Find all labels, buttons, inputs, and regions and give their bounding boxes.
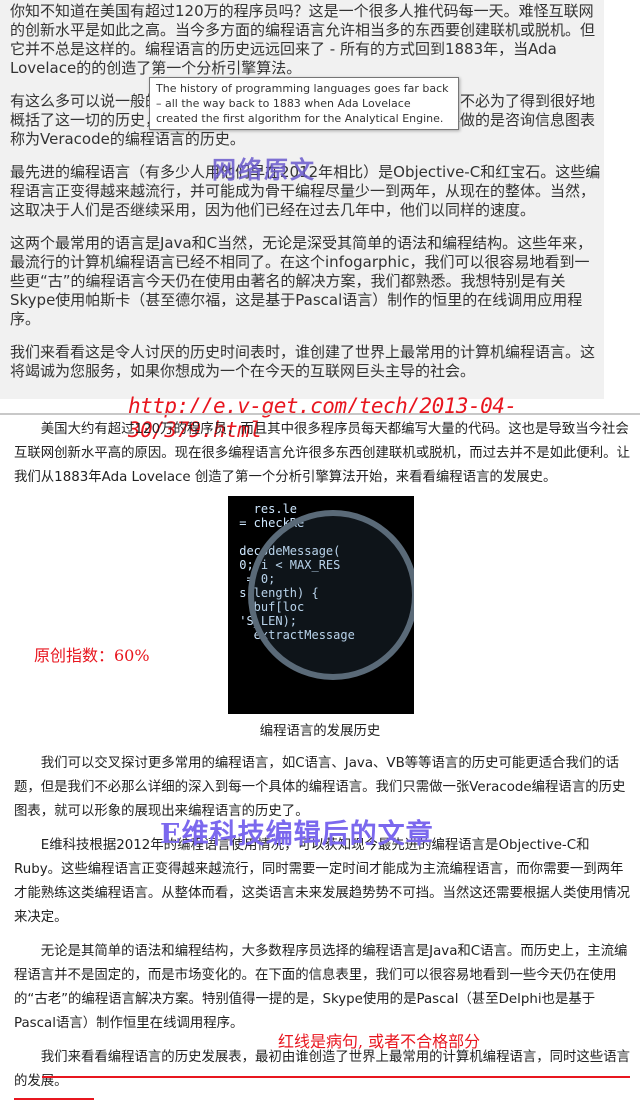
original-paragraph-4: 这两个最常用的语言是Java和C当然，无论是深受其简单的语法和编程结构。这些年来… [10,234,593,328]
hover-tooltip: The history of programming languages goe… [149,77,459,130]
edited-paragraph-5: 我们来看看编程语言的历史发展表，最初由谁创造了世界上最常用的计算机编程语言，同时… [14,1050,630,1089]
error-underline-2 [14,1098,94,1100]
watermark-original: 网络原文 [212,155,316,184]
code-magnifier-image: res.le = checkRe decodeMessage( 0; i < M… [228,496,414,714]
originality-score: 原创指数：60% [34,646,150,665]
section-divider [0,413,640,415]
error-underline-1 [42,1076,630,1078]
original-article: 你知不知道在美国有超过120万的程序员吗？这是一个很多人推代码每一天。难怪互联网… [0,0,604,399]
magnifying-glass-icon [248,510,414,680]
watermark-edited: E维科技编辑后的文章 [160,819,434,850]
original-paragraph-1: 你知不知道在美国有超过120万的程序员吗？这是一个很多人推代码每一天。难怪互联网… [10,2,596,77]
edited-paragraph-4: 无论是其简单的语法和编程结构，大多数程序员选择的编程语言是Java和C语言。而历… [14,944,628,1031]
edited-paragraph-1: 美国大约有超过120万的程序员，而且其中很多程序员每天都编写大量的代码。这也是导… [14,422,630,485]
annotation-note: 红线是病句, 或者不合格部分 [278,1032,481,1051]
figure-caption: 编程语言的发展历史 [259,724,381,739]
original-paragraph-5: 我们来看看这是令人讨厌的历史时间表时，谁创建了世界上最常用的计算机编程语言。这将… [10,343,596,380]
